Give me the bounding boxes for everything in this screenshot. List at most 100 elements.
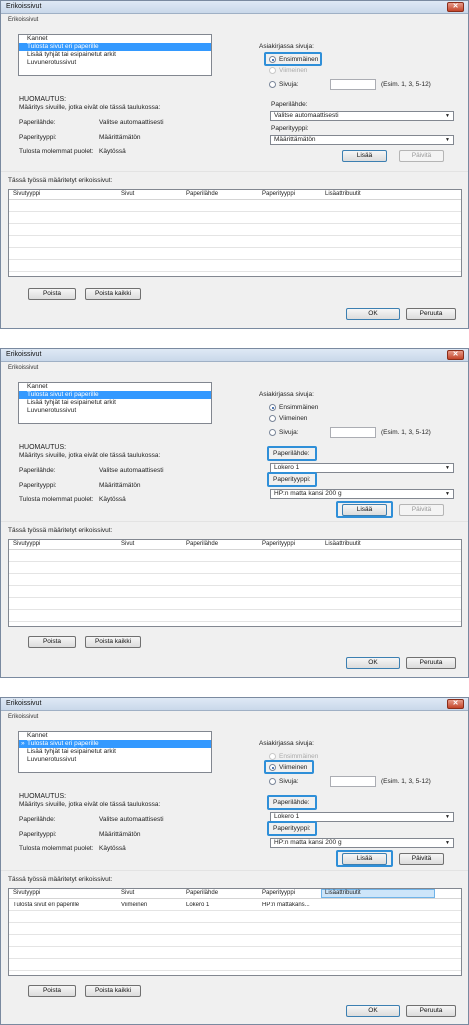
pages-input[interactable] — [330, 427, 376, 438]
note-source-label: Paperilähde: — [19, 816, 56, 823]
table-row[interactable] — [9, 612, 461, 622]
list-item[interactable]: Lisää tyhjät tai esipainetut arkit — [19, 51, 211, 59]
list-item[interactable]: Kannet — [19, 383, 211, 391]
radio-last[interactable] — [269, 415, 276, 422]
special-pages-table[interactable]: Sivutyyppi Sivut Paperilähde Paperityypp… — [8, 189, 462, 277]
type-label: Paperityyppi: — [273, 825, 311, 832]
close-icon[interactable]: ✕ — [447, 2, 464, 12]
group-label: Erikoissivut — [8, 365, 39, 371]
paper-type-select[interactable]: HP:n matta kansi 200 g ▼ — [270, 838, 454, 848]
radio-pages-label: Sivuja: — [279, 778, 299, 785]
special-pages-dialog-3: Erikoissivut ✕ Erikoissivut Kannet » Tulo… — [0, 697, 469, 1025]
divider — [1, 521, 468, 522]
list-item[interactable]: Kannet — [19, 732, 211, 740]
group-label: Erikoissivut — [8, 714, 39, 720]
page-type-list[interactable]: Kannet Tulosta sivut eri paperille Lisää… — [18, 382, 212, 424]
table-row[interactable] — [9, 552, 461, 562]
table-row[interactable] — [9, 913, 461, 923]
list-item[interactable]: Luvunerotussivut — [19, 59, 211, 67]
cancel-button[interactable]: Peruuta — [406, 1005, 456, 1017]
table-row[interactable]: Tulosta sivut eri paperille Viimeinen Lo… — [9, 901, 461, 911]
table-row[interactable] — [9, 226, 461, 236]
table-row[interactable] — [9, 600, 461, 610]
delete-all-button[interactable]: Poista kaikki — [85, 985, 141, 997]
table-row[interactable] — [9, 961, 461, 971]
page-type-list[interactable]: Kannet » Tulosta sivut eri paperille Lisä… — [18, 731, 212, 773]
table-row[interactable] — [9, 588, 461, 598]
page-type-list[interactable]: Kannet Tulosta sivut eri paperille Lisää… — [18, 34, 212, 76]
table-row[interactable] — [9, 564, 461, 574]
ok-button[interactable]: OK — [346, 308, 400, 320]
update-button[interactable]: Päivitä — [399, 150, 444, 162]
special-pages-table[interactable]: Sivutyyppi Sivut Paperilähde Paperityypp… — [8, 888, 462, 976]
table-row[interactable] — [9, 925, 461, 935]
delete-button[interactable]: Poista — [28, 288, 76, 300]
delete-button[interactable]: Poista — [28, 985, 76, 997]
window-title: Erikoissivut — [6, 700, 42, 707]
update-button[interactable]: Päivitä — [399, 853, 444, 865]
radio-first[interactable] — [269, 404, 276, 411]
special-pages-table[interactable]: Sivutyyppi Sivut Paperilähde Paperityypp… — [8, 539, 462, 627]
pages-example: (Esim. 1, 3, 5-12) — [381, 429, 431, 436]
table-row[interactable] — [9, 202, 461, 212]
paper-source-select[interactable]: Lokero 1 ▼ — [270, 463, 454, 473]
cancel-button[interactable]: Peruuta — [406, 308, 456, 320]
radio-pages[interactable] — [269, 429, 276, 436]
cancel-button[interactable]: Peruuta — [406, 657, 456, 669]
note-duplex-value: Käytössä — [99, 845, 126, 852]
radio-last[interactable] — [269, 764, 276, 771]
update-button[interactable]: Päivitä — [399, 504, 444, 516]
add-button[interactable]: Lisää — [342, 150, 387, 162]
title-bar[interactable]: Erikoissivut ✕ — [1, 1, 468, 14]
paper-type-select[interactable]: HP:n matta kansi 200 g ▼ — [270, 489, 454, 499]
note-type-label: Paperityyppi: — [19, 134, 57, 141]
pages-input[interactable] — [330, 776, 376, 787]
note-type-value: Määrittämätön — [99, 482, 141, 489]
type-label: Paperityyppi: — [271, 125, 309, 132]
radio-last[interactable] — [269, 67, 276, 74]
paper-type-select[interactable]: Määrittämätön ▼ — [270, 135, 454, 145]
list-item[interactable]: Luvunerotussivut — [19, 407, 211, 415]
table-row[interactable] — [9, 214, 461, 224]
list-item[interactable]: Tulosta sivut eri paperille — [19, 391, 211, 399]
table-row[interactable] — [9, 576, 461, 586]
delete-button[interactable]: Poista — [28, 636, 76, 648]
radio-pages[interactable] — [269, 778, 276, 785]
source-label: Paperilähde: — [273, 799, 310, 806]
close-icon[interactable]: ✕ — [447, 699, 464, 709]
paper-source-select[interactable]: Lokero 1 ▼ — [270, 812, 454, 822]
list-item[interactable]: Lisää tyhjät tai esipainetut arkit — [19, 748, 211, 756]
title-bar[interactable]: Erikoissivut ✕ — [1, 698, 468, 711]
list-item[interactable]: Tulosta sivut eri paperille — [19, 43, 211, 51]
pages-input[interactable] — [330, 79, 376, 90]
title-bar[interactable]: Erikoissivut ✕ — [1, 349, 468, 362]
delete-all-button[interactable]: Poista kaikki — [85, 636, 141, 648]
radio-first[interactable] — [269, 56, 276, 63]
table-row[interactable] — [9, 238, 461, 248]
table-row[interactable] — [9, 250, 461, 260]
radio-first[interactable] — [269, 753, 276, 760]
list-item[interactable]: Kannet — [19, 35, 211, 43]
note-title: HUOMAUTUS: — [19, 444, 67, 451]
table-title: Tässä työssä määritetyt erikoissivut: — [8, 177, 113, 184]
table-row[interactable] — [9, 937, 461, 947]
table-row[interactable] — [9, 949, 461, 959]
list-item[interactable]: » Tulosta sivut eri paperille — [19, 740, 211, 748]
add-button[interactable]: Lisää — [342, 853, 387, 865]
note-duplex-label: Tulosta molemmat puolet: — [19, 496, 94, 503]
pages-example: (Esim. 1, 3, 5-12) — [381, 81, 431, 88]
list-item[interactable]: Luvunerotussivut — [19, 756, 211, 764]
note-source-label: Paperilähde: — [19, 119, 56, 126]
note-text: Määritys sivuille, jotka eivät ole tässä… — [19, 801, 161, 808]
close-icon[interactable]: ✕ — [447, 350, 464, 360]
radio-pages[interactable] — [269, 81, 276, 88]
ok-button[interactable]: OK — [346, 657, 400, 669]
add-button[interactable]: Lisää — [342, 504, 387, 516]
table-header: Sivutyyppi Sivut Paperilähde Paperityypp… — [9, 889, 461, 899]
table-header: Sivutyyppi Sivut Paperilähde Paperityypp… — [9, 540, 461, 550]
delete-all-button[interactable]: Poista kaikki — [85, 288, 141, 300]
table-row[interactable] — [9, 262, 461, 272]
list-item[interactable]: Lisää tyhjät tai esipainetut arkit — [19, 399, 211, 407]
ok-button[interactable]: OK — [346, 1005, 400, 1017]
paper-source-select[interactable]: Valitse automaattisesti ▼ — [270, 111, 454, 121]
